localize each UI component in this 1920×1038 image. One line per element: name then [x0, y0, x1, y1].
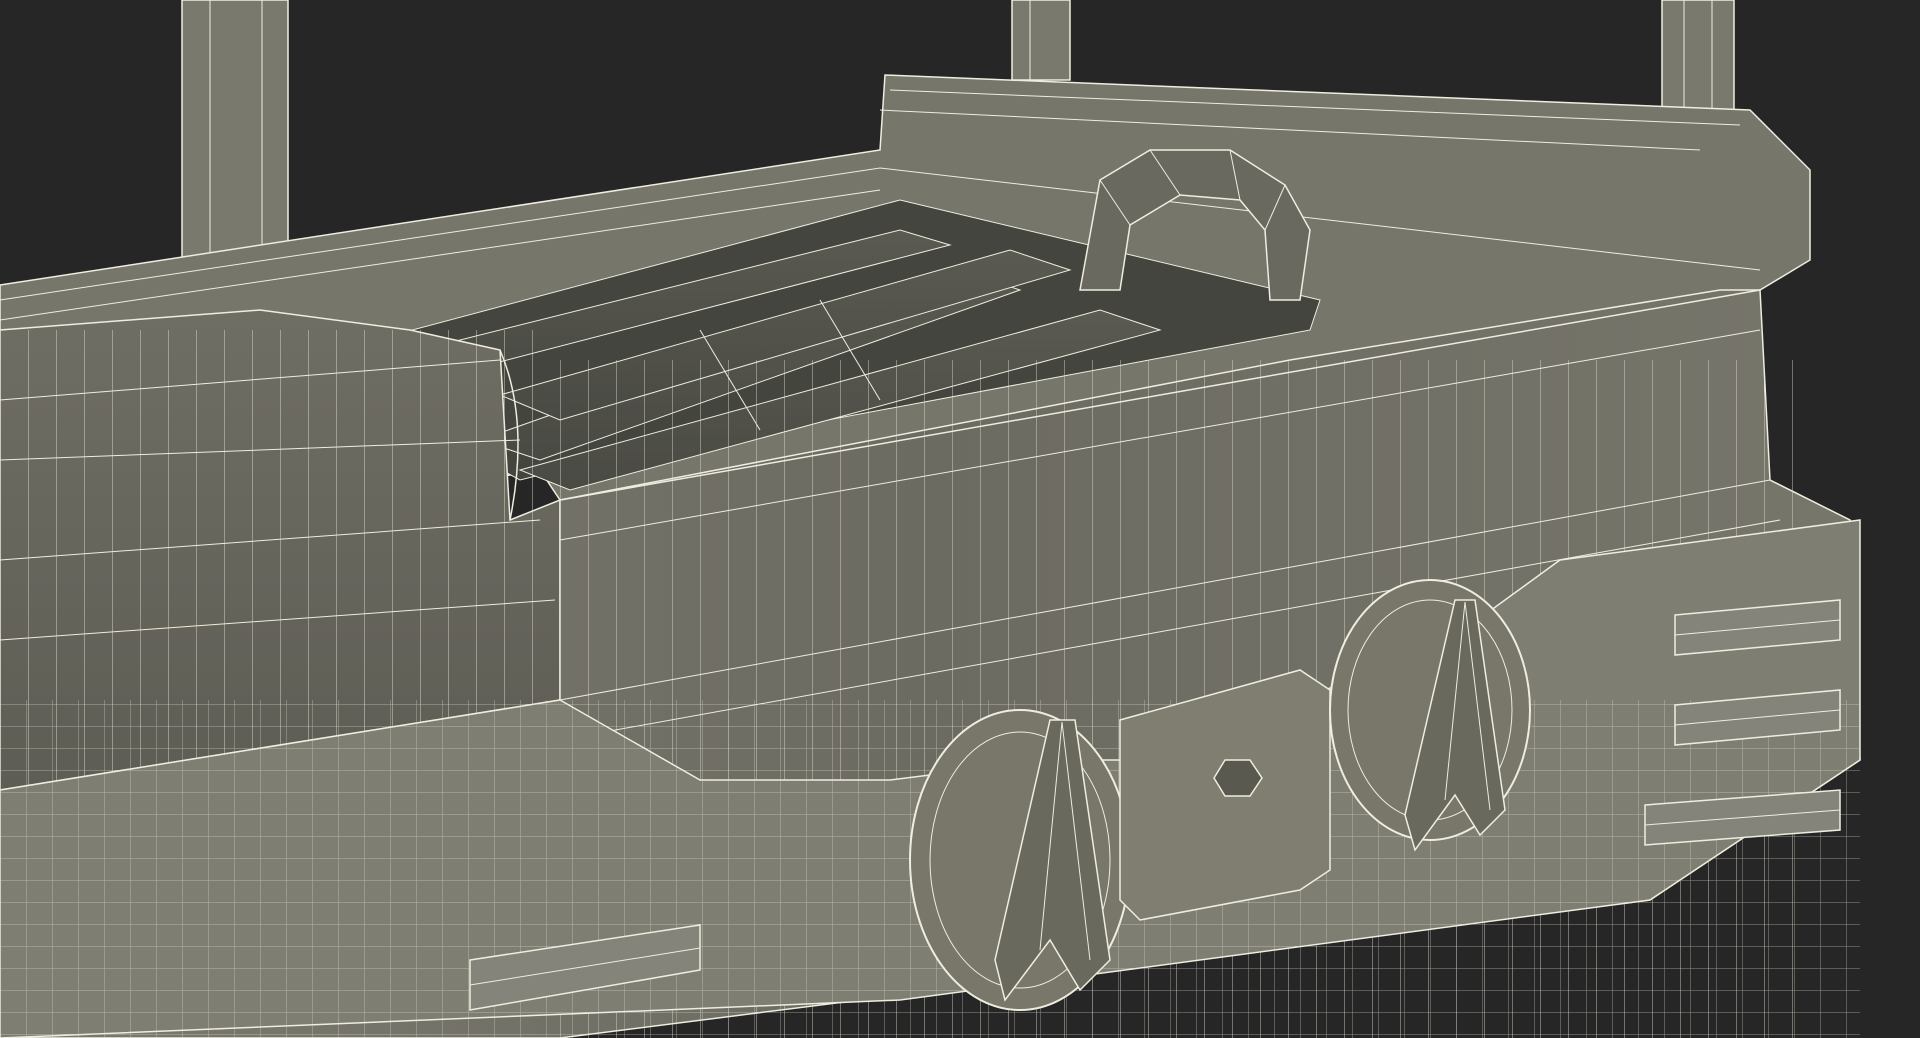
3d-viewport[interactable] [0, 0, 1920, 1038]
center-post[interactable] [1011, 0, 1071, 81]
wireframe-render [0, 0, 1861, 1038]
control-knob-left[interactable] [909, 709, 1131, 1011]
front-trim-right [1644, 599, 1841, 846]
